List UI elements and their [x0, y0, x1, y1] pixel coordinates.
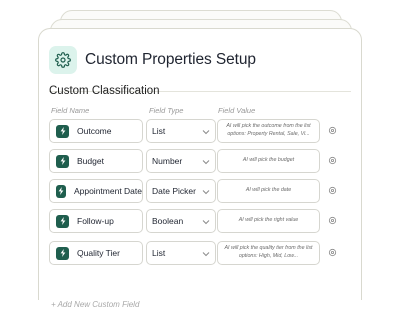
field-type-label: Boolean	[152, 216, 184, 226]
lightning-icon	[56, 246, 69, 260]
row-settings-gear-icon[interactable]	[327, 155, 337, 165]
field-value-line: AI will pick the date	[245, 187, 292, 194]
field-value-input[interactable]: AI will pick the budget	[217, 149, 320, 173]
field-value-text: AI will pick the outcome from the list o…	[226, 123, 310, 138]
field-value-input[interactable]: AI will pick the date	[217, 179, 320, 203]
field-type-label: List	[152, 248, 166, 258]
lightning-icon	[56, 154, 69, 168]
lightning-icon	[56, 214, 69, 228]
row-settings-gear-icon[interactable]	[327, 125, 337, 135]
field-name-input[interactable]: Follow-up	[49, 209, 143, 233]
field-name-label: Follow-up	[77, 216, 114, 226]
field-row-quality-tier: Quality Tier List AI will pick the quali…	[49, 241, 354, 265]
field-name-label: Outcome	[77, 126, 112, 136]
row-settings-gear-icon[interactable]	[327, 185, 337, 195]
lightning-icon	[56, 124, 69, 138]
field-value-input[interactable]: AI will pick the quality tier from the l…	[217, 241, 320, 265]
column-header-field-name: Field Name	[51, 106, 90, 115]
field-row-appointment-date: Appointment Date Date Picker AI will pic…	[49, 179, 354, 203]
field-value-input[interactable]: AI will pick the right value	[217, 209, 320, 233]
add-custom-field-button[interactable]: + Add New Custom Field	[51, 300, 139, 309]
field-name-input[interactable]: Quality Tier	[49, 241, 143, 265]
field-value-input[interactable]: AI will pick the outcome from the list o…	[217, 119, 320, 143]
field-name-label: Quality Tier	[77, 248, 120, 258]
field-value-text: AI will pick the quality tier from the l…	[224, 245, 312, 260]
field-row-budget: Budget Number AI will pick the budget	[49, 149, 354, 173]
column-header-field-type: Field Type	[149, 106, 184, 115]
field-type-select[interactable]: List	[146, 119, 216, 143]
chevron-down-icon	[202, 244, 210, 262]
chevron-down-icon	[202, 152, 210, 170]
field-type-label: Date Picker	[152, 186, 196, 196]
field-value-text: AI will pick the right value	[239, 217, 298, 225]
row-settings-gear-icon[interactable]	[327, 247, 337, 257]
field-name-label: Appointment Date	[73, 186, 142, 196]
field-type-select[interactable]: Number	[146, 149, 216, 173]
custom-properties-card: Custom Properties Setup Custom Classific…	[38, 28, 362, 309]
field-value-text: AI will pick the date	[246, 187, 291, 195]
field-name-label: Budget	[77, 156, 104, 166]
field-row-outcome: Outcome List AI will pick the outcome fr…	[49, 119, 354, 143]
field-value-line: AI will pick the outcome from the list	[226, 123, 311, 130]
field-value-line: AI will pick the right value	[238, 217, 299, 224]
lightning-icon	[56, 184, 66, 198]
row-settings-gear-icon[interactable]	[327, 215, 337, 225]
field-value-line: options: High, Mid, Low...	[238, 253, 299, 259]
field-row-follow-up: Follow-up Boolean AI will pick the right…	[49, 209, 354, 233]
page-title: Custom Properties Setup	[85, 51, 256, 68]
field-type-select[interactable]: Date Picker	[146, 179, 216, 203]
field-value-line: AI will pick the budget	[242, 157, 295, 164]
field-value-line: AI will pick the quality tier from the l…	[224, 245, 313, 252]
field-type-label: List	[152, 126, 166, 136]
section-title: Custom Classification	[49, 85, 160, 97]
chevron-down-icon	[202, 212, 210, 230]
column-header-field-value: Field Value	[218, 106, 256, 115]
chevron-down-icon	[202, 122, 210, 140]
field-value-text: AI will pick the budget	[243, 157, 294, 165]
gear-icon	[49, 46, 77, 74]
field-type-select[interactable]: Boolean	[146, 209, 216, 233]
field-name-input[interactable]: Outcome	[49, 119, 143, 143]
field-type-select[interactable]: List	[146, 241, 216, 265]
field-value-line: options: Property Rental, Sale, Vi...	[227, 131, 310, 137]
field-type-label: Number	[152, 156, 183, 166]
chevron-down-icon	[202, 182, 210, 200]
field-name-input[interactable]: Appointment Date	[49, 179, 143, 203]
field-name-input[interactable]: Budget	[49, 149, 143, 173]
